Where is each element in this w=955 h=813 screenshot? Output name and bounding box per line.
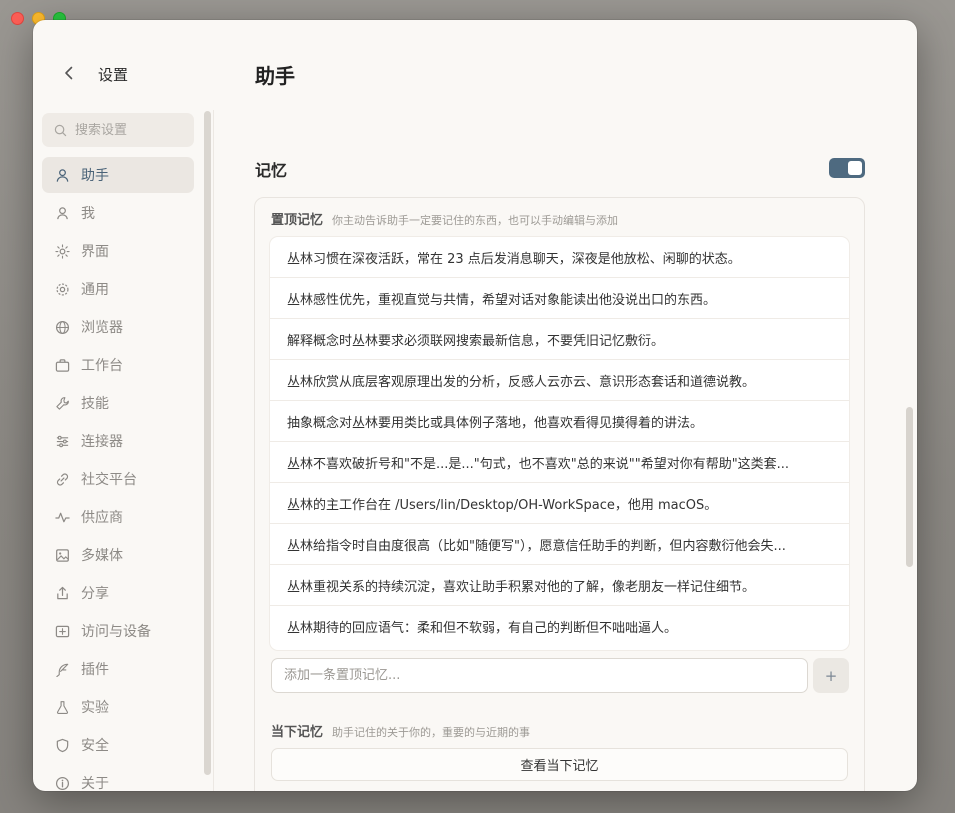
globe-icon [54,319,70,335]
user-icon [54,167,70,183]
sidebar-item-label: 工作台 [81,358,123,374]
settings-window: 设置 助手我界面通用浏览器工作台技能连接器社交平台供应商多媒体分享访问与设备插件… [33,20,917,791]
sidebar-item-gear[interactable]: 通用 [42,271,194,307]
image-icon [54,547,70,563]
sidebar-scrollbar[interactable] [204,111,211,775]
sidebar-header: 设置 [33,20,213,110]
person-icon [54,205,70,221]
sidebar: 设置 助手我界面通用浏览器工作台技能连接器社交平台供应商多媒体分享访问与设备插件… [33,20,213,791]
sidebar-item-info[interactable]: 关于 [42,765,194,791]
pinned-memory-item[interactable]: 丛林期待的回应语气：柔和但不软弱，有自己的判断但不咄咄逼人。 [270,606,849,647]
sidebar-item-label: 界面 [81,244,109,260]
current-memory-description: 助手记住的关于你的，重要的与近期的事 [332,726,531,739]
gear-icon [54,281,70,297]
chevron-left-icon [65,66,73,80]
sidebar-item-label: 社交平台 [81,472,137,488]
sidebar-item-label: 插件 [81,662,109,678]
pinned-memory-item[interactable]: 丛林习惯在深夜活跃，常在 23 点后发消息聊天，深夜是他放松、闲聊的状态。 [270,237,849,278]
pinned-memory-item[interactable]: 抽象概念对丛林要用类比或具体例子落地，他喜欢看得见摸得着的讲法。 [270,401,849,442]
add-pinned-memory-input[interactable] [271,658,808,693]
sidebar-nav: 助手我界面通用浏览器工作台技能连接器社交平台供应商多媒体分享访问与设备插件实验安… [42,157,194,791]
add-pinned-memory-button[interactable]: + [813,658,849,693]
current-memory-title: 当下记忆 [271,725,324,740]
sidebar-item-image[interactable]: 多媒体 [42,537,194,573]
page-title: 助手 [255,64,295,88]
search-input[interactable] [75,122,185,138]
memory-section-title: 记忆 [255,161,288,180]
sidebar-item-label: 关于 [81,776,109,791]
sidebar-item-briefcase[interactable]: 工作台 [42,347,194,383]
sidebar-item-link[interactable]: 社交平台 [42,461,194,497]
sidebar-item-label: 浏览器 [81,320,123,336]
wrench-icon [54,395,70,411]
sidebar-item-share[interactable]: 分享 [42,575,194,611]
info-icon [54,775,70,791]
sidebar-divider [213,110,214,791]
view-current-memory-button[interactable]: 查看当下记忆 [271,748,848,781]
activity-icon [54,509,70,525]
flask-icon [54,699,70,715]
sidebar-item-label: 多媒体 [81,548,123,564]
sidebar-item-user[interactable]: 助手 [42,157,194,193]
sidebar-item-label: 供应商 [81,510,123,526]
sidebar-title: 设置 [98,66,129,84]
sidebar-item-activity[interactable]: 供应商 [42,499,194,535]
pinned-memory-item[interactable]: 丛林给指令时自由度很高（比如"随便写"），愿意信任助手的判断，但内容敷衍他会失.… [270,524,849,565]
pinned-memory-item[interactable]: 丛林重视关系的持续沉淀，喜欢让助手积累对他的了解，像老朋友一样记住细节。 [270,565,849,606]
back-button[interactable] [59,62,79,84]
sidebar-item-flask[interactable]: 实验 [42,689,194,725]
current-memory-header: 当下记忆 助手记住的关于你的，重要的与近期的事 [271,721,530,740]
pinned-memory-item[interactable]: 丛林欣赏从底层客观原理出发的分析，反感人云亦云、意识形态套话和道德说教。 [270,360,849,401]
search-box[interactable] [42,113,194,147]
sidebar-item-label: 连接器 [81,434,123,450]
pinned-memory-list: 丛林习惯在深夜活跃，常在 23 点后发消息聊天，深夜是他放松、闲聊的状态。 丛林感… [270,237,849,650]
shield-icon [54,737,70,753]
feather-icon [54,661,70,677]
sidebar-item-person[interactable]: 我 [42,195,194,231]
sidebar-item-shield[interactable]: 安全 [42,727,194,763]
memory-toggle[interactable] [829,158,865,178]
pinned-memory-item[interactable]: 丛林不喜欢破折号和"不是...是..."句式，也不喜欢"总的来说""希望对你有帮… [270,442,849,483]
sidebar-item-sun[interactable]: 界面 [42,233,194,269]
pinned-memory-item[interactable]: 丛林感性优先，重视直觉与共情，希望对话对象能读出他没说出口的东西。 [270,278,849,319]
pinned-memory-item[interactable]: 解释概念时丛林要求必须联网搜索最新信息，不要凭旧记忆敷衍。 [270,319,849,360]
sidebar-item-label: 助手 [81,168,109,184]
sidebar-item-label: 安全 [81,738,109,754]
pinned-memory-item[interactable]: 丛林的主工作台在 /Users/lin/Desktop/OH-WorkSpace… [270,483,849,524]
pinned-memory-header: 置顶记忆 你主动告诉助手一定要记住的东西，也可以手动编辑与添加 [271,209,618,228]
devices-icon [54,623,70,639]
sidebar-item-label: 技能 [81,396,109,412]
sun-icon [54,243,70,259]
sidebar-item-label: 访问与设备 [81,624,151,640]
main-scrollbar[interactable] [906,407,913,567]
pinned-memory-title: 置顶记忆 [271,213,324,228]
sidebar-item-feather[interactable]: 插件 [42,651,194,687]
search-icon [54,124,67,136]
sidebar-item-label: 实验 [81,700,109,716]
sidebar-item-label: 我 [81,206,95,222]
toggle-knob [848,161,862,175]
sidebar-item-globe[interactable]: 浏览器 [42,309,194,345]
sliders-icon [54,433,70,449]
sidebar-item-label: 分享 [81,586,109,602]
sidebar-item-devices[interactable]: 访问与设备 [42,613,194,649]
add-pinned-memory-row: + [271,658,849,693]
share-icon [54,585,70,601]
briefcase-icon [54,357,70,373]
sidebar-item-label: 通用 [81,282,109,298]
link-icon [54,471,70,487]
pinned-memory-description: 你主动告诉助手一定要记住的东西，也可以手动编辑与添加 [332,214,619,227]
sidebar-item-sliders[interactable]: 连接器 [42,423,194,459]
close-window-button[interactable] [11,12,24,25]
sidebar-item-wrench[interactable]: 技能 [42,385,194,421]
